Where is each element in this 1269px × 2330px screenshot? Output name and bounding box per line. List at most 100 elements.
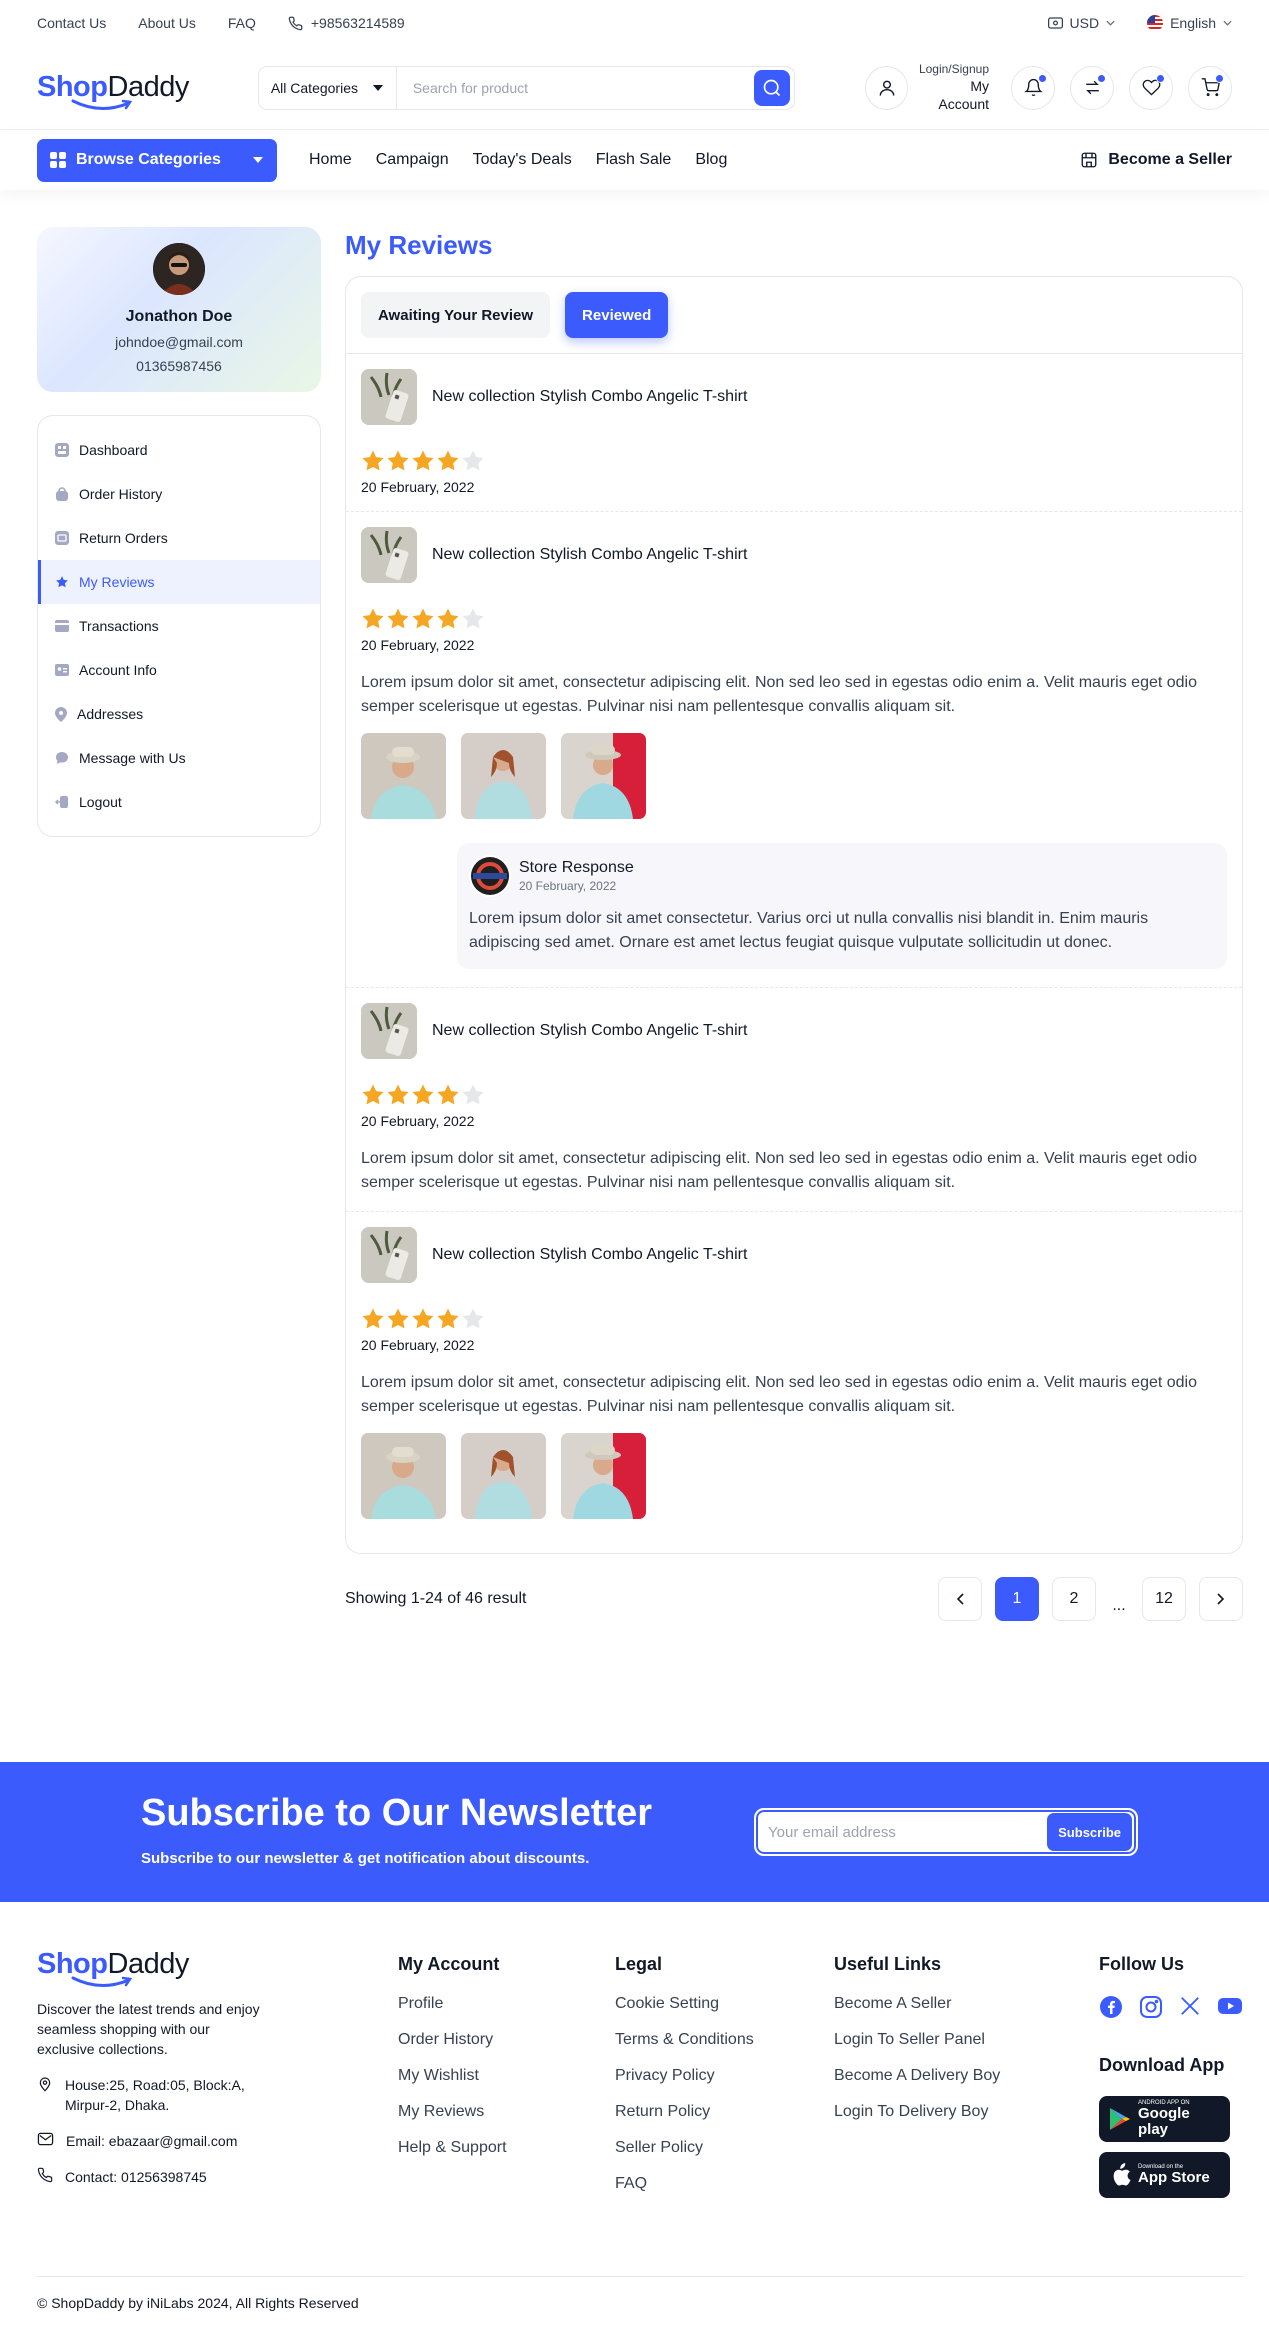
search-input[interactable] [396,66,754,109]
nav-blog[interactable]: Blog [695,151,727,169]
phone-link[interactable]: +98563214589 [288,15,405,31]
x-twitter-icon[interactable] [1179,1995,1201,2019]
product-name: New collection Stylish Combo Angelic T-s… [432,1246,748,1263]
tab-awaiting-review[interactable]: Awaiting Your Review [361,292,551,338]
nav-todays-deals[interactable]: Today's Deals [473,151,572,169]
logo[interactable]: ShopDaddy [37,73,189,110]
review-text: Lorem ipsum dolor sit amet, consectetur … [361,1150,1197,1191]
footer-link-terms[interactable]: Terms & Conditions [615,2031,754,2067]
review-photo[interactable] [561,733,646,819]
sidebar-item-addresses[interactable]: Addresses [38,692,320,736]
category-select[interactable]: All Categories [259,66,397,109]
footer-col-title: Follow Us [1099,1954,1184,1974]
page-ellipsis: ... [1109,1577,1129,1621]
account-menu[interactable]: Login/Signup My Account [864,61,989,114]
login-signup-label: Login/Signup [918,61,989,76]
sidebar-item-account-info[interactable]: Account Info [38,648,320,692]
footer-logo[interactable]: ShopDaddy [37,1950,267,1987]
footer-link-return-policy[interactable]: Return Policy [615,2103,754,2139]
sidebar-item-order-history[interactable]: Order History [38,472,320,516]
newsletter-email-input[interactable] [768,1823,1048,1841]
tab-reviewed[interactable]: Reviewed [565,292,669,338]
footer-email-text[interactable]: Email: ebazaar@gmail.com [66,2131,237,2151]
nav-campaign[interactable]: Campaign [376,151,449,169]
next-page-button[interactable] [1199,1577,1243,1621]
sidebar-item-return-orders[interactable]: Return Orders [38,516,320,560]
footer-link-my-wishlist[interactable]: My Wishlist [398,2067,507,2103]
footer-link-order-history[interactable]: Order History [398,2031,507,2067]
sidebar-item-logout[interactable]: Logout [38,780,320,824]
search-button[interactable] [753,69,790,106]
youtube-icon[interactable] [1217,1995,1243,2019]
star-review-icon [55,575,69,589]
top-links: Contact Us About Us FAQ +98563214589 [37,15,405,31]
page-button-12[interactable]: 12 [1142,1577,1186,1621]
instagram-icon[interactable] [1139,1995,1163,2019]
sidebar-item-message[interactable]: Message with Us [38,736,320,780]
review-photo[interactable] [461,1433,546,1519]
language-select[interactable]: English [1147,15,1232,31]
star-filled-icon [412,450,434,471]
star-filled-icon [437,1308,459,1329]
footer-link-help-support[interactable]: Help & Support [398,2139,507,2175]
sidebar-item-transactions[interactable]: Transactions [38,604,320,648]
copyright: © ShopDaddy by iNiLabs 2024, All Rights … [37,2276,1243,2311]
star-empty-icon [462,1308,484,1329]
newsletter-banner: Subscribe to Our Newsletter Subscribe to… [0,1762,1269,1902]
footer-link-seller-policy[interactable]: Seller Policy [615,2139,754,2175]
star-filled-icon [362,450,384,471]
star-rating [361,607,1227,631]
star-filled-icon [362,1084,384,1105]
footer-col-title: Download App [1099,2055,1225,2075]
footer-link-delivery-login[interactable]: Login To Delivery Boy [834,2103,1000,2139]
nav-home[interactable]: Home [309,151,352,169]
footer-link-become-delivery[interactable]: Become A Delivery Boy [834,2067,1000,2103]
subscribe-button[interactable]: Subscribe [1047,1813,1132,1851]
cart-button[interactable] [1188,65,1232,110]
footer-link-seller-panel[interactable]: Login To Seller Panel [834,2031,1000,2067]
wishlist-button[interactable] [1129,65,1173,110]
footer-link-cookie-setting[interactable]: Cookie Setting [615,1995,754,2031]
prev-page-button[interactable] [938,1577,982,1621]
nav-flash-sale[interactable]: Flash Sale [596,151,672,169]
app-store-button[interactable]: Download on the App Store [1099,2152,1230,2198]
review-photo[interactable] [561,1433,646,1519]
about-us-link[interactable]: About Us [138,15,196,31]
review-product[interactable]: New collection Stylish Combo Angelic T-s… [361,369,1227,425]
currency-select[interactable]: USD [1047,15,1116,31]
review-product[interactable]: New collection Stylish Combo Angelic T-s… [361,1227,1227,1283]
compare-button[interactable] [1070,65,1114,110]
star-filled-icon [387,450,409,471]
sidebar-item-label: Order History [79,486,163,502]
page-button-2[interactable]: 2 [1052,1577,1096,1621]
facebook-icon[interactable] [1099,1995,1123,2019]
star-rating [361,1307,1227,1331]
footer-link-faq[interactable]: FAQ [615,2175,754,2211]
faq-link[interactable]: FAQ [228,15,256,31]
footer-contact-text[interactable]: Contact: 01256398745 [65,2167,207,2187]
page-button-1[interactable]: 1 [995,1577,1039,1621]
browse-categories-button[interactable]: Browse Categories [37,138,277,182]
notifications-button[interactable] [1011,65,1055,110]
footer-link-privacy[interactable]: Privacy Policy [615,2067,754,2103]
star-empty-icon [462,450,484,471]
sidebar-item-dashboard[interactable]: Dashboard [38,428,320,472]
footer-link-my-reviews[interactable]: My Reviews [398,2103,507,2139]
contact-us-link[interactable]: Contact Us [37,15,106,31]
search-bar: All Categories [257,65,795,110]
footer-link-profile[interactable]: Profile [398,1995,507,2031]
review-product[interactable]: New collection Stylish Combo Angelic T-s… [361,527,1227,583]
user-avatar-button[interactable] [864,65,909,110]
phone-icon [37,2167,53,2187]
store-response-text: Lorem ipsum dolor sit amet consectetur. … [469,910,1149,951]
category-select-value: All Categories [270,79,358,96]
star-filled-icon [437,608,459,629]
sidebar-item-my-reviews[interactable]: My Reviews [38,560,320,604]
review-photo[interactable] [461,733,546,819]
footer-link-become-seller[interactable]: Become A Seller [834,1995,1000,2031]
google-play-button[interactable]: ANDROID APP ON Google play [1099,2096,1230,2142]
become-seller-link[interactable]: Become a Seller [1080,151,1232,169]
review-product[interactable]: New collection Stylish Combo Angelic T-s… [361,1003,1227,1059]
review-photo[interactable] [361,1433,446,1519]
review-photo[interactable] [361,733,446,819]
